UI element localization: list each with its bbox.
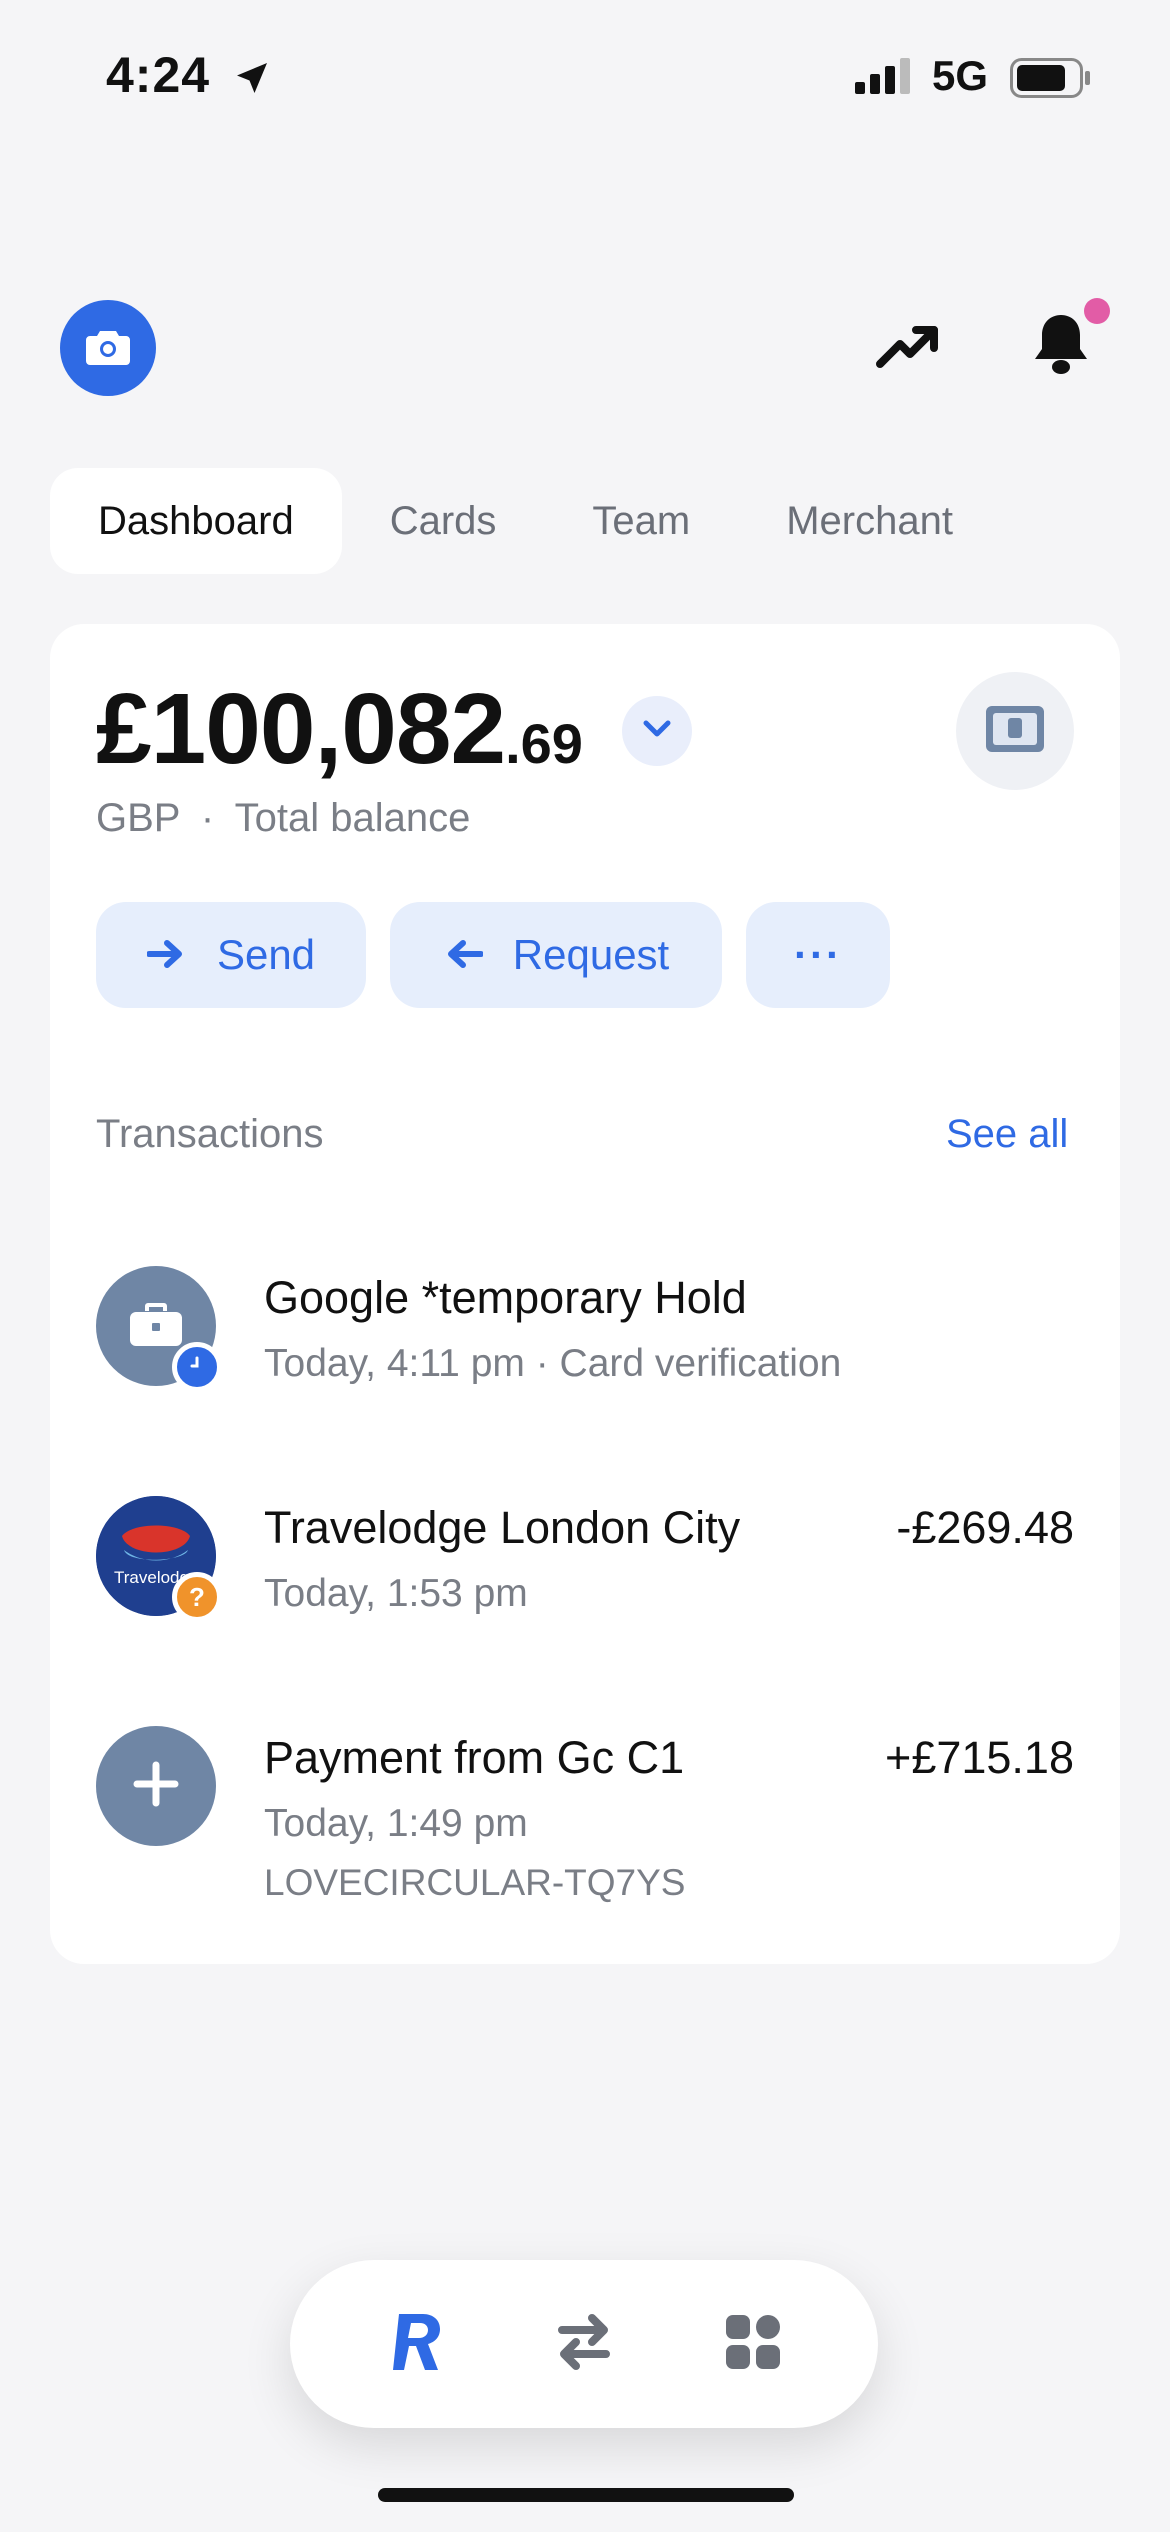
transaction-meta: Today, 1:49 pm [264,1802,528,1845]
question-icon: ? [189,1582,205,1612]
balance-subtitle: GBP · Total balance [96,796,470,841]
request-label: Request [512,931,670,978]
network-type: 5G [932,52,989,99]
transaction-amount: +£715.18 [885,1732,1074,1783]
home-indicator [378,2488,794,2502]
transaction-name: Payment from Gc C1 [264,1732,685,1783]
location-arrow-icon [232,58,272,103]
transaction-meta: Today, 4:11 pm · Card verification [264,1342,842,1385]
arrow-right-icon [145,931,187,979]
nav-transfers[interactable] [534,2294,634,2394]
balance-amount: £100,082.69 [96,672,583,787]
tab-team[interactable]: Team [544,468,738,574]
separator: · [200,796,215,840]
status-time: 4:24 [106,47,211,103]
tab-merchant[interactable]: Merchant [738,468,1001,574]
transaction-row[interactable]: Travelodge ? Travelodge London City Toda… [96,1496,1074,1636]
see-all-link[interactable]: See all [946,1112,1068,1157]
request-button[interactable]: Request [390,902,722,1008]
trending-up-icon [876,324,940,373]
bell-icon [1033,311,1089,382]
transaction-amount: -£269.48 [896,1502,1074,1553]
analytics-button[interactable] [872,320,944,376]
transaction-avatar [96,1726,216,1846]
more-label: ··· [794,931,842,978]
revolut-r-icon [385,2310,445,2379]
transaction-row[interactable]: Google *temporary Hold Today, 4:11 pm · … [96,1266,1074,1406]
transactions-heading: Transactions [96,1112,324,1156]
balance-cents: .69 [505,712,583,775]
account-details-button[interactable] [956,672,1074,790]
cellular-signal-icon [855,58,915,99]
balance-main: £100,082 [96,673,506,785]
balance-label: Total balance [234,796,471,840]
account-selector-button[interactable] [622,696,692,766]
tab-cards[interactable]: Cards [342,468,545,574]
camera-button[interactable] [60,300,156,396]
chevron-down-icon [642,719,672,744]
nav-hub[interactable] [703,2294,803,2394]
card-icon [984,704,1046,759]
transfer-arrows-icon [552,2313,616,2375]
tab-bar: Dashboard Cards Team Merchant [50,468,1001,574]
briefcase-icon [128,1299,184,1354]
pending-question-badge: ? [172,1572,222,1622]
tab-dashboard[interactable]: Dashboard [50,468,342,574]
pending-clock-badge [172,1342,222,1392]
notification-dot [1084,298,1110,324]
send-label: Send [216,931,316,978]
arrow-left-icon [443,931,484,979]
nav-home[interactable] [365,2294,465,2394]
notifications-button[interactable] [1026,308,1096,384]
transaction-row[interactable]: Payment from Gc C1 Today, 1:49 pm LOVECI… [96,1726,1074,1916]
transaction-name: Travelodge London City [264,1502,741,1553]
transaction-meta: Today, 1:53 pm [264,1572,528,1615]
currency-code: GBP [96,796,180,840]
transaction-reference: LOVECIRCULAR-TQ7YS [264,1862,686,1903]
transaction-name: Google *temporary Hold [264,1272,747,1323]
camera-icon [86,327,130,370]
plus-icon [131,1759,181,1814]
more-actions-button[interactable]: ··· [746,902,890,1008]
battery-icon [1010,58,1092,103]
bottom-navigation [290,2260,878,2428]
apps-grid-icon [724,2313,782,2376]
send-button[interactable]: Send [96,902,366,1008]
clock-icon [185,1353,209,1382]
